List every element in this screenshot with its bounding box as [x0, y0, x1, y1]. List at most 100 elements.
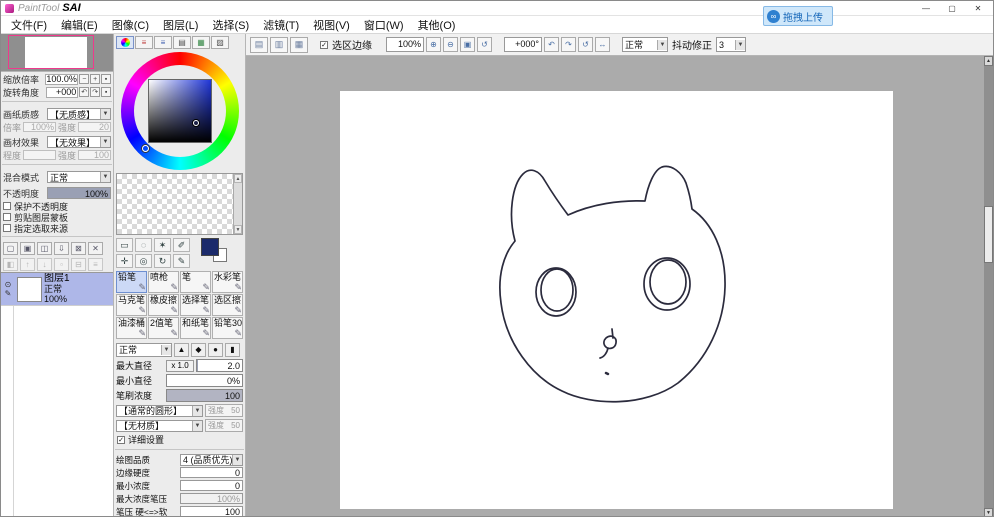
new-layer-button[interactable]: ▢: [3, 241, 18, 255]
sv-marker[interactable]: [192, 120, 199, 126]
advanced-settings-checkbox[interactable]: ✓: [117, 435, 125, 444]
shape-strength-box[interactable]: 强度 50: [205, 404, 243, 417]
tool-select-eraser[interactable]: 选区擦 ✎: [212, 294, 243, 316]
hue-marker[interactable]: [141, 145, 149, 152]
rotate-reset-button[interactable]: ↺: [578, 37, 593, 52]
hsv-sliders-button[interactable]: ≡: [154, 36, 172, 49]
diameter-unit-button[interactable]: x 1.0: [166, 359, 194, 372]
scratchpad-scrollbar[interactable]: ▲ ▼: [233, 174, 242, 234]
brush-shape-1-button[interactable]: ▲: [174, 342, 189, 357]
tool-eraser[interactable]: 橡皮擦 ✎: [148, 294, 179, 316]
nav-zoom-in-button[interactable]: +: [90, 74, 101, 84]
paint-mode-select[interactable]: 正常 ▼: [622, 37, 668, 52]
min-diameter-slider[interactable]: 0%: [166, 374, 243, 387]
protect-opacity-checkbox[interactable]: [3, 202, 11, 210]
clip-layer-button[interactable]: ▫: [54, 257, 69, 271]
canvas-page[interactable]: [340, 91, 893, 509]
layer-mask-button[interactable]: ◧: [3, 257, 18, 271]
blend-mode-select[interactable]: 正常 ▼: [47, 171, 111, 183]
pen-tool[interactable]: ✎: [173, 254, 190, 268]
maximize-button[interactable]: ▢: [939, 1, 965, 15]
view-zoom-out-button[interactable]: ⊖: [443, 37, 458, 52]
nav-rotate-cw-button[interactable]: ↷: [90, 87, 101, 97]
tool-bucket[interactable]: 油漆桶 ✎: [116, 317, 147, 339]
rotate-view-tool[interactable]: ↻: [154, 254, 171, 268]
nav-rotate-ccw-button[interactable]: ↶: [79, 87, 90, 97]
tool-binary-pen[interactable]: 2值笔 ✎: [148, 317, 179, 339]
color-mixer-button[interactable]: ▤: [173, 36, 191, 49]
menu-file[interactable]: 文件(F): [4, 15, 54, 35]
scroll-up-button[interactable]: ▲: [984, 56, 993, 66]
scroll-up-icon[interactable]: ▲: [234, 174, 242, 183]
toolbar-doc-button-3[interactable]: ▦: [290, 36, 308, 53]
color-wheel[interactable]: [120, 52, 239, 170]
brush-shape-3-button[interactable]: ●: [208, 342, 223, 357]
pressure-hard-soft-value[interactable]: 100: [180, 506, 243, 516]
clipping-mask-checkbox[interactable]: [3, 213, 11, 221]
view-zoom-value[interactable]: 100%: [386, 37, 424, 52]
rect-select-tool[interactable]: ▭: [116, 238, 133, 252]
merge-down-button[interactable]: ⇩: [54, 241, 69, 255]
scroll-down-icon[interactable]: ▼: [234, 225, 242, 234]
view-zoom-reset-button[interactable]: ↺: [477, 37, 492, 52]
view-zoom-fit-button[interactable]: ▣: [460, 37, 475, 52]
scrollbar-thumb[interactable]: [984, 206, 993, 263]
selection-source-checkbox[interactable]: [3, 224, 11, 232]
move-tool[interactable]: ✛: [116, 254, 133, 268]
rgb-sliders-button[interactable]: ≡: [135, 36, 153, 49]
tool-pencil[interactable]: 铅笔 ✎: [116, 271, 147, 293]
layer-row[interactable]: ⊙ ✎ 图层1 正常 100%: [1, 273, 113, 306]
toolbar-doc-button-2[interactable]: ▥: [270, 36, 288, 53]
scroll-down-button[interactable]: ▼: [984, 508, 993, 516]
max-diameter-slider[interactable]: 2.0: [196, 359, 243, 372]
foreground-color-swatch[interactable]: [201, 238, 219, 256]
magic-wand-tool[interactable]: ✶: [154, 238, 171, 252]
eyedropper-tool[interactable]: ✐: [173, 238, 190, 252]
view-zoom-in-button[interactable]: ⊕: [426, 37, 441, 52]
menu-others[interactable]: 其他(O): [411, 15, 463, 35]
vertical-scrollbar[interactable]: ▲ ▼: [984, 56, 993, 516]
layer-visibility-icon[interactable]: ⊙: [5, 280, 12, 289]
swatches-button[interactable]: ▦: [192, 36, 210, 49]
tool-watercolor[interactable]: 水彩笔 ✎: [212, 271, 243, 293]
zoom-tool[interactable]: ◎: [135, 254, 152, 268]
rotate-ccw-button[interactable]: ↶: [544, 37, 559, 52]
paper-texture-select[interactable]: 【无质感】 ▼: [47, 108, 111, 120]
menu-window[interactable]: 窗口(W): [357, 15, 411, 35]
flip-view-button[interactable]: ↔: [595, 37, 610, 52]
menu-layer[interactable]: 图层(L): [156, 15, 205, 35]
brush-blend-select[interactable]: 正常 ▼: [116, 342, 172, 357]
paper-effect-select[interactable]: 【无效果】 ▼: [47, 136, 111, 148]
tool-airbrush[interactable]: 喷枪 ✎: [148, 271, 179, 293]
quality-select[interactable]: 4 (品质优先) ▼: [180, 453, 243, 466]
brush-shape-2-button[interactable]: ◆: [191, 342, 206, 357]
duplicate-layer-button[interactable]: ◫: [37, 241, 52, 255]
minimize-button[interactable]: —: [913, 1, 939, 15]
view-rotation-value[interactable]: +000°: [504, 37, 542, 52]
scratchpad-button[interactable]: ▨: [211, 36, 229, 49]
new-folder-button[interactable]: ▣: [20, 241, 35, 255]
edge-hardness-value[interactable]: 0: [180, 467, 243, 478]
brush-texture-select[interactable]: 【无材质】 ▼: [116, 419, 203, 432]
tool-paper-pen[interactable]: 和纸笔 ✎: [180, 317, 211, 339]
clear-layer-button[interactable]: ⊠: [71, 241, 86, 255]
saturation-value-square[interactable]: [147, 79, 212, 143]
menu-image[interactable]: 图像(C): [105, 15, 156, 35]
rotate-cw-button[interactable]: ↷: [561, 37, 576, 52]
delete-layer-button[interactable]: ✕: [88, 241, 103, 255]
color-wheel-button[interactable]: [116, 36, 134, 49]
tool-brush[interactable]: 笔 ✎: [180, 271, 211, 293]
max-density-pressure-value[interactable]: 100%: [180, 493, 243, 504]
tool-pencil30[interactable]: 铅笔30 ✎: [212, 317, 243, 339]
density-slider[interactable]: 100: [166, 389, 243, 402]
brush-shape-4-button[interactable]: ▮: [225, 342, 240, 357]
nav-zoom-reset-button[interactable]: ▪: [101, 74, 111, 84]
brush-edge-shape-select[interactable]: 【通常的圆形】 ▼: [116, 404, 203, 417]
scratchpad-panel[interactable]: ▲ ▼: [116, 173, 243, 235]
nav-rotate-reset-button[interactable]: ▪: [101, 87, 112, 97]
menu-select[interactable]: 选择(S): [205, 15, 256, 35]
tool-marker[interactable]: 马克笔 ✎: [116, 294, 147, 316]
texture-strength-box[interactable]: 强度 50: [205, 419, 243, 432]
menu-filter[interactable]: 滤镜(T): [256, 15, 306, 35]
menu-view[interactable]: 视图(V): [306, 15, 357, 35]
